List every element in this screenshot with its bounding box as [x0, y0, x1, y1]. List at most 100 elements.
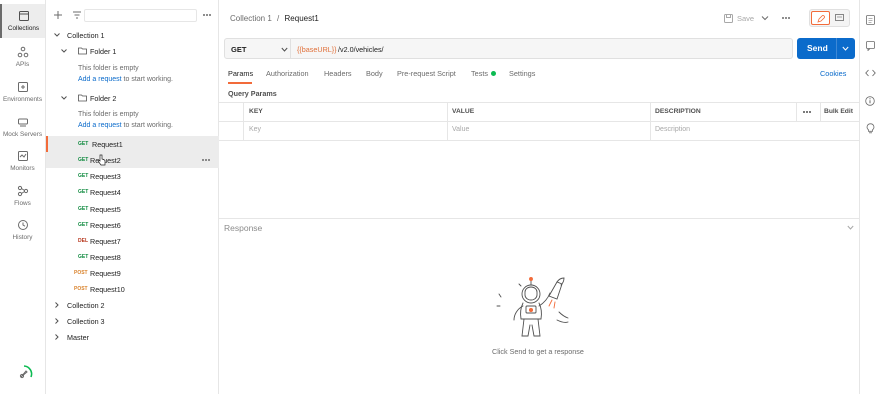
breadcrumb: Collection 1 / Request1: [230, 14, 319, 23]
request-label: Request10: [90, 284, 125, 294]
method-badge: GET: [78, 206, 89, 212]
tree-request-3[interactable]: GET Request3: [46, 168, 219, 184]
tree-request-9[interactable]: POST Request9: [46, 265, 219, 281]
request-label: Request1: [92, 139, 123, 149]
tab-authorization[interactable]: Authorization: [266, 69, 309, 78]
tab-body[interactable]: Body: [366, 69, 383, 78]
chevron-right-icon: [55, 334, 59, 340]
bulk-edit-button[interactable]: Bulk Edit: [824, 108, 853, 115]
method-badge: GET: [78, 254, 89, 260]
breadcrumb-current[interactable]: Request1: [285, 14, 319, 23]
tree-request-10[interactable]: POST Request10: [46, 281, 219, 297]
request-label: Request9: [90, 268, 121, 278]
tree-request-5[interactable]: GET Request5: [46, 201, 219, 217]
add-request-link[interactable]: Add a request: [78, 76, 122, 83]
rail-label: Collections: [7, 25, 40, 32]
chevron-down-icon[interactable]: [847, 225, 854, 230]
tree-request-6[interactable]: GET Request6: [46, 217, 219, 233]
save-button[interactable]: Save: [724, 12, 754, 24]
folder-label: Folder 1: [90, 46, 117, 56]
table-col-divider: [447, 102, 448, 140]
tree-request-7[interactable]: DEL Request7: [46, 233, 219, 249]
cookies-link[interactable]: Cookies: [820, 69, 846, 78]
tree-request-8[interactable]: GET Request8: [46, 249, 219, 265]
breadcrumb-parent[interactable]: Collection 1: [230, 14, 272, 23]
table-border-bottom: [219, 140, 859, 141]
tab-tests[interactable]: Tests: [471, 69, 488, 78]
filter-icon[interactable]: [72, 10, 82, 20]
col-head-description: DESCRIPTION: [655, 108, 701, 115]
environments-icon: [17, 82, 28, 92]
col-head-value: VALUE: [452, 108, 475, 115]
tree-request-4[interactable]: GET Request4: [46, 184, 219, 200]
rail-mock-servers[interactable]: Mock Servers: [0, 110, 45, 144]
tree-request-1[interactable]: GET Request1: [46, 136, 219, 152]
code-icon[interactable]: [865, 69, 876, 77]
monitors-icon: [17, 151, 28, 161]
rail-monitors[interactable]: Monitors: [0, 144, 45, 178]
chevron-down-icon: [54, 33, 60, 37]
tab-params[interactable]: Params: [228, 69, 253, 78]
save-icon: [724, 13, 733, 23]
more-icon[interactable]: [202, 12, 212, 18]
rail-history[interactable]: History: [0, 213, 45, 247]
value-input[interactable]: Value: [452, 126, 469, 133]
table-border-mid: [219, 121, 859, 122]
comments-icon[interactable]: [866, 41, 875, 51]
response-divider: [219, 218, 859, 219]
method-badge: DEL: [78, 238, 88, 244]
method-select[interactable]: GET: [224, 38, 291, 59]
info-icon[interactable]: [865, 96, 875, 106]
chevron-down-icon[interactable]: [842, 46, 849, 51]
astronaut-illustration-icon: [496, 277, 569, 337]
main-pane: Collection 1 / Request1 Save GET {{baseU…: [219, 0, 859, 394]
comment-icon[interactable]: [835, 14, 844, 22]
apis-icon: [17, 46, 28, 58]
tree-collection-2[interactable]: Collection 2: [46, 297, 219, 313]
query-params-title: Query Params: [228, 89, 277, 98]
more-icon[interactable]: [201, 157, 211, 163]
more-icon[interactable]: [781, 15, 791, 21]
search-input[interactable]: [84, 9, 197, 22]
tab-prerequest[interactable]: Pre-request Script: [397, 69, 456, 78]
rail-environments[interactable]: Environments: [0, 75, 45, 109]
lightbulb-icon[interactable]: [866, 123, 875, 134]
method-badge: GET: [78, 141, 89, 147]
key-input[interactable]: Key: [249, 126, 261, 133]
chevron-down-icon: [61, 49, 67, 53]
documentation-icon[interactable]: [866, 15, 875, 25]
add-icon[interactable]: [53, 10, 63, 20]
tree-collection-3[interactable]: Collection 3: [46, 313, 219, 329]
rail-flows[interactable]: Flows: [0, 179, 45, 213]
tree-collection-1[interactable]: Collection 1: [46, 27, 219, 43]
description-input[interactable]: Description: [655, 126, 690, 133]
folder-icon: [78, 47, 87, 55]
add-request-link[interactable]: Add a request: [78, 122, 122, 129]
tree-request-2[interactable]: GET Request2: [46, 152, 219, 168]
table-col-divider: [820, 102, 821, 121]
tree-master[interactable]: Master: [46, 329, 219, 345]
more-icon[interactable]: [802, 109, 812, 115]
rail-apis[interactable]: APIs: [0, 40, 45, 74]
rocket-status-icon[interactable]: [14, 364, 34, 384]
send-divider: [836, 38, 837, 59]
url-input[interactable]: {{baseURL}} /v2.0/vehicles/: [291, 38, 793, 59]
chevron-down-icon: [281, 47, 288, 52]
folder-empty-hint: Add a request to start working.: [78, 76, 173, 83]
collection-label: Collection 1: [67, 30, 105, 40]
rail-collections[interactable]: Collections: [0, 4, 45, 38]
rail-label: Environments: [2, 96, 43, 103]
tree-folder-1[interactable]: Folder 1: [46, 43, 219, 59]
pencil-icon: [817, 15, 825, 23]
view-mode-toggle[interactable]: [809, 9, 850, 27]
method-select-value: GET: [231, 45, 247, 54]
send-button[interactable]: Send: [797, 38, 855, 59]
chevron-down-icon[interactable]: [761, 15, 769, 21]
edit-mode-button[interactable]: [811, 11, 830, 25]
tab-settings[interactable]: Settings: [509, 69, 535, 78]
tree-folder-2[interactable]: Folder 2: [46, 90, 219, 106]
pointer-cursor-icon: [97, 154, 106, 166]
folder-empty-text: This folder is empty: [78, 65, 139, 72]
left-rail: Collections APIs Environments Mock Serve…: [0, 0, 46, 394]
tab-headers[interactable]: Headers: [324, 69, 352, 78]
